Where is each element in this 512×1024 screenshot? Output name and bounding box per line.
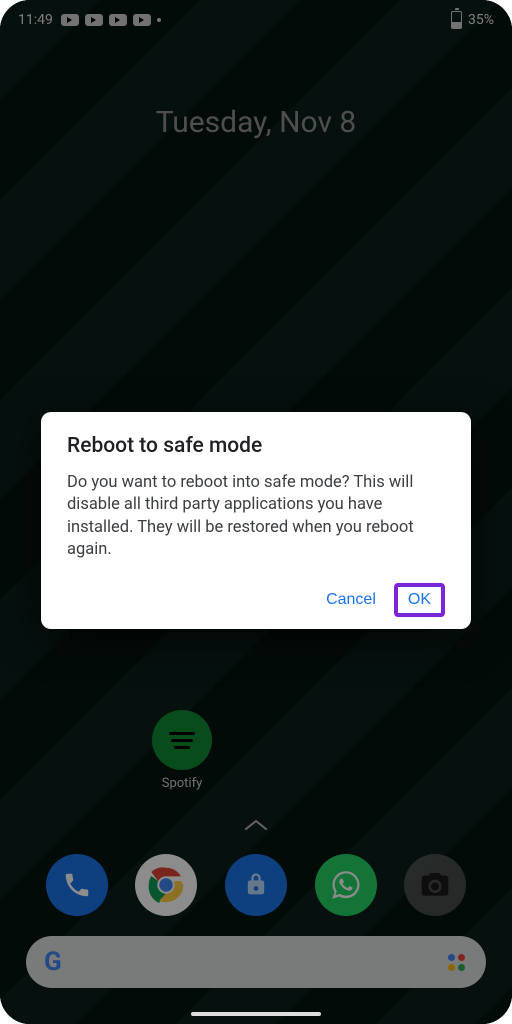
- ok-button[interactable]: OK: [394, 583, 445, 617]
- dialog-title: Reboot to safe mode: [67, 434, 445, 458]
- phone-screen: 11:49 35% Tuesday, Nov 8 Spotify: [0, 0, 512, 1024]
- dialog-actions: Cancel OK: [67, 583, 445, 617]
- gesture-nav-pill[interactable]: [191, 1012, 321, 1016]
- dialog-body: Do you want to reboot into safe mode? Th…: [67, 472, 445, 561]
- cancel-button[interactable]: Cancel: [314, 583, 388, 617]
- safe-mode-dialog: Reboot to safe mode Do you want to reboo…: [41, 412, 471, 629]
